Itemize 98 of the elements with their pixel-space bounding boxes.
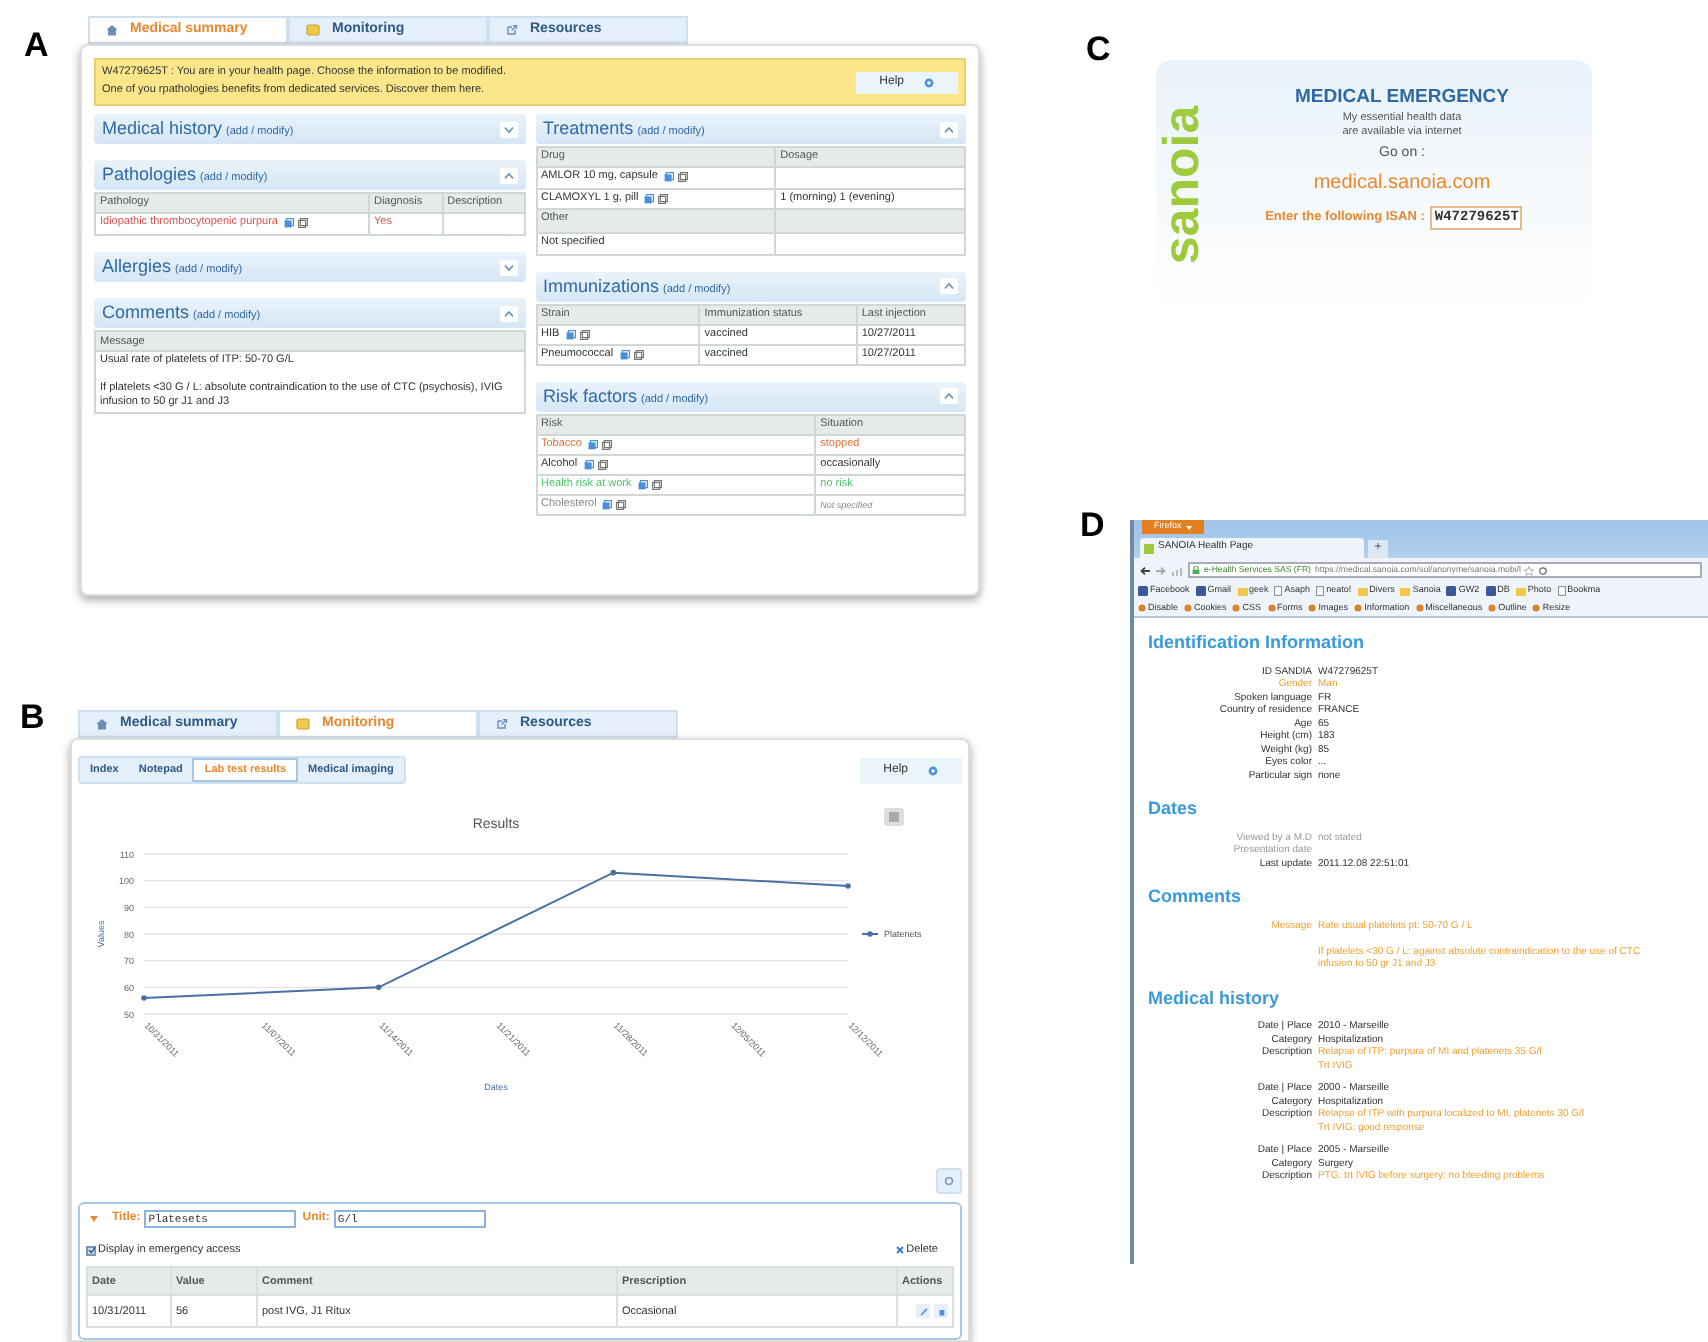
tool-icon — [1488, 604, 1497, 612]
delete-button[interactable] — [934, 1304, 948, 1319]
panel-letter: A — [24, 24, 49, 68]
panel-letter: D — [1080, 504, 1105, 548]
url-text: medical.sanoia.com — [1313, 169, 1491, 198]
data-point — [610, 869, 617, 876]
check-icon — [87, 1246, 95, 1255]
page-icon — [1274, 586, 1283, 596]
card-title: MEDICAL EMERGENCY — [1295, 84, 1509, 112]
panel-letter: B — [20, 696, 45, 740]
note-icon — [296, 718, 310, 730]
folder-icon — [1400, 587, 1411, 595]
section-heading: Dates — [1148, 796, 1200, 822]
window-icon — [565, 329, 576, 340]
collapse-button[interactable] — [940, 121, 958, 137]
data-point — [375, 984, 382, 991]
copy-icon — [297, 218, 308, 228]
collapse-button[interactable] — [86, 1216, 102, 1222]
chevron-up-icon — [944, 392, 954, 401]
section-heading: Identification Information — [1148, 630, 1366, 656]
copy-icon — [579, 329, 590, 340]
tool-icon — [1184, 604, 1193, 612]
tool-icon — [1532, 604, 1541, 612]
section-title: Medical history — [102, 115, 223, 142]
tool-icon — [1354, 604, 1363, 612]
folder-icon — [1237, 587, 1248, 595]
chevron-down-icon — [503, 263, 513, 272]
checkbox[interactable] — [86, 1245, 96, 1256]
copy-icon — [616, 499, 627, 510]
chevron-up-icon — [944, 125, 954, 133]
external-link-icon — [506, 24, 518, 36]
reload-icon — [1538, 565, 1549, 575]
refresh-button[interactable] — [936, 1168, 962, 1194]
section-title: Treatments — [543, 115, 634, 142]
lock-icon — [1192, 566, 1200, 574]
section-title: Pathologies — [102, 161, 197, 188]
copy-icon — [633, 349, 644, 360]
legend-marker — [861, 931, 879, 937]
window-icon — [637, 479, 648, 490]
settings-icon — [928, 765, 938, 775]
section-title: Comments — [102, 300, 190, 326]
collapse-button[interactable] — [940, 278, 958, 295]
print-icon[interactable] — [884, 808, 904, 826]
page-icon — [1316, 586, 1325, 596]
section-heading: Comments — [1148, 884, 1244, 910]
page-icon — [1557, 586, 1566, 596]
copy-icon — [651, 479, 662, 490]
copy-icon — [658, 194, 669, 205]
home-icon — [106, 24, 118, 36]
logo-text: sanoia — [1159, 105, 1209, 265]
caret-icon — [1185, 525, 1192, 529]
collapse-button[interactable] — [499, 121, 517, 137]
section-title: Immunizations — [543, 273, 660, 299]
copy-icon — [677, 172, 688, 182]
tool-icon — [1308, 604, 1317, 612]
signal-bars-icon — [1172, 565, 1182, 575]
edit-button[interactable] — [916, 1304, 930, 1319]
settings-icon — [924, 77, 934, 87]
collapse-button[interactable] — [499, 259, 517, 276]
star-icon — [1524, 565, 1535, 575]
home-icon — [96, 718, 108, 730]
section-title: Allergies — [102, 254, 172, 280]
collapse-button[interactable] — [499, 305, 517, 322]
tool-icon — [1267, 604, 1276, 612]
tool-icon — [1232, 604, 1241, 612]
data-point — [845, 883, 851, 889]
folder-icon — [1515, 587, 1526, 595]
external-link-icon — [496, 718, 508, 730]
site-icon — [1446, 586, 1457, 596]
note-icon — [306, 24, 320, 36]
chevron-up-icon — [944, 282, 954, 291]
folder-icon — [1357, 587, 1368, 595]
triangle-down-icon — [90, 1216, 98, 1222]
site-icon — [1195, 586, 1206, 596]
tool-icon — [1138, 604, 1146, 612]
collapse-button[interactable] — [499, 167, 517, 183]
chevron-down-icon — [503, 125, 513, 133]
window-icon — [663, 172, 674, 182]
section-heading: Medical history — [1148, 985, 1282, 1012]
window-icon — [283, 218, 294, 228]
chevron-up-icon — [503, 171, 513, 179]
window-icon — [644, 194, 655, 205]
favicon-icon — [1144, 543, 1154, 553]
chevron-up-icon — [503, 309, 513, 318]
back-arrow-icon — [1140, 565, 1150, 575]
site-icon — [1485, 586, 1496, 596]
close-icon — [896, 1246, 905, 1255]
section-title: Risk factors — [543, 383, 638, 409]
tool-icon — [1415, 604, 1424, 612]
panel-letter: C — [1086, 28, 1111, 72]
forward-arrow-icon — [1156, 565, 1166, 575]
data-point — [141, 995, 147, 1001]
window-icon — [602, 499, 613, 510]
trash-icon — [937, 1307, 945, 1316]
pencil-icon — [919, 1307, 927, 1316]
collapse-button[interactable] — [940, 388, 958, 405]
site-icon — [1138, 586, 1148, 596]
window-icon — [619, 349, 630, 360]
